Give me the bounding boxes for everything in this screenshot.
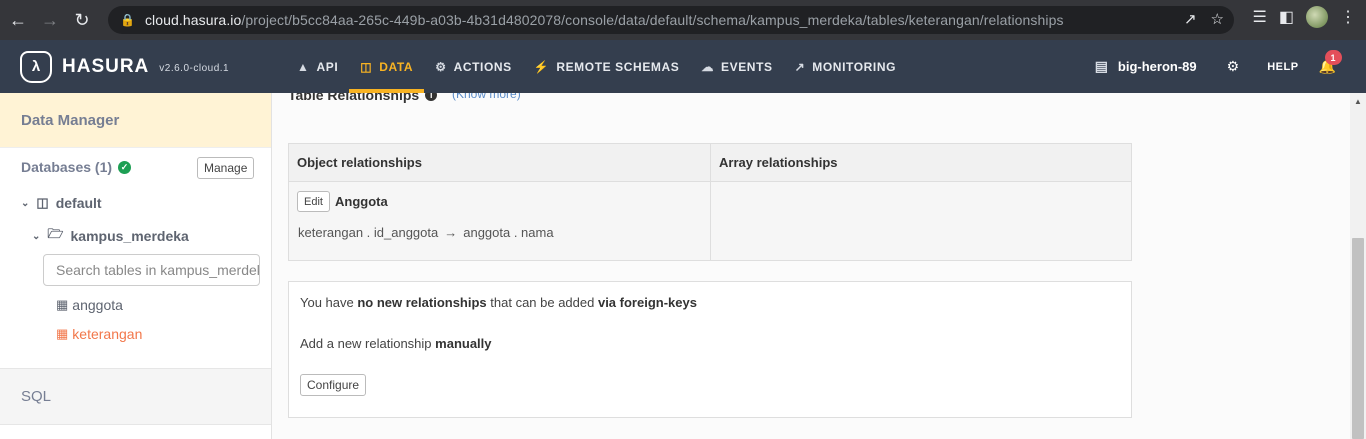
- star-icon[interactable]: ☆: [1211, 10, 1224, 28]
- tree-schema[interactable]: ⌄ 🗁 kampus_merdeka: [32, 225, 189, 247]
- forward-icon[interactable]: →: [36, 6, 64, 34]
- nav-api[interactable]: ▲ API: [286, 40, 349, 93]
- table-item-keterangan[interactable]: ▦ keterangan: [56, 326, 142, 342]
- tree-db-default[interactable]: ⌄ ◫ default: [21, 195, 102, 211]
- arrow-right-icon: →: [444, 225, 458, 240]
- data-sidebar: Data Manager Databases (1) ✓ Manage ⌄ ◫ …: [0, 93, 272, 439]
- scroll-up-arrow-icon[interactable]: ▲: [1354, 97, 1362, 106]
- manage-button[interactable]: Manage: [197, 157, 255, 179]
- nav-remote-schemas[interactable]: ⚡ REMOTE SCHEMAS: [523, 40, 691, 93]
- database-icon: ◫: [36, 195, 49, 210]
- relationships-title: Table Relationships i: [288, 93, 438, 103]
- databases-heading: Databases (1) ✓: [21, 159, 132, 175]
- array-relationships-header: Array relationships: [711, 144, 1131, 182]
- foreign-key-message: You have no new relationships that can b…: [300, 295, 697, 310]
- top-nav: ▲ API ◫ DATA ⚙ ACTIONS ⚡ REMOTE SCHEMAS ☁ EVE…: [286, 40, 907, 93]
- manual-relationship-message: Add a new relationship manually: [300, 336, 492, 351]
- relationships-table: Object relationships Array relationships…: [288, 143, 1132, 261]
- object-relationships-header: Object relationships: [289, 144, 710, 182]
- hasura-header: λ HASURA v2.6.0-cloud.1 ▲ API ◫ DATA ⚙ ACTI…: [0, 40, 1366, 93]
- version-label: v2.6.0-cloud.1: [159, 63, 230, 74]
- logo-text: HASURA: [62, 55, 150, 77]
- plug-icon: ⚡: [533, 59, 550, 74]
- search-tables-input[interactable]: Search tables in kampus_merdeka: [43, 254, 260, 286]
- table-item-anggota[interactable]: ▦ anggota: [56, 297, 123, 313]
- know-more-link[interactable]: (Know more): [452, 93, 521, 101]
- nav-events[interactable]: ☁ EVENTS: [690, 40, 783, 93]
- nav-actions[interactable]: ⚙ ACTIONS: [424, 40, 523, 93]
- menu-icon[interactable]: ⋮: [1340, 7, 1356, 27]
- settings-gear-icon[interactable]: ⚙: [1227, 58, 1240, 75]
- chevron-down-icon: ⌄: [32, 230, 41, 242]
- info-icon[interactable]: i: [425, 93, 438, 101]
- folder-open-icon: 🗁: [47, 226, 64, 241]
- lock-icon: 🔒: [120, 13, 135, 27]
- chevron-down-icon: ⌄: [21, 197, 30, 209]
- notifications-bell-icon[interactable]: 🔔 1: [1319, 50, 1342, 75]
- project-selector[interactable]: ▤ big-heron-89: [1095, 58, 1197, 75]
- nav-monitoring[interactable]: ↗ MONITORING: [784, 40, 907, 93]
- page-scrollbar[interactable]: ▲: [1350, 93, 1366, 439]
- scroll-thumb[interactable]: [1352, 238, 1364, 439]
- cloud-icon: ☁: [701, 59, 714, 74]
- hasura-logo-icon: λ: [20, 50, 52, 83]
- sidebar-title[interactable]: Data Manager: [0, 93, 271, 148]
- back-icon[interactable]: ←: [4, 6, 32, 34]
- profile-avatar[interactable]: [1306, 6, 1328, 28]
- chart-line-icon: ↗: [794, 59, 806, 74]
- url-text: cloud.hasura.io/project/b5cc84aa-265c-44…: [144, 12, 1064, 28]
- cogs-icon: ⚙: [435, 59, 447, 74]
- relationship-name: Anggota: [335, 194, 388, 209]
- nav-data[interactable]: ◫ DATA: [349, 40, 425, 93]
- check-circle-icon: ✓: [118, 160, 132, 174]
- sidepanel-icon[interactable]: ◧: [1279, 7, 1294, 27]
- relationship-mapping: keterangan . id_anggota → anggota . nama: [298, 225, 554, 240]
- main-content: Table Relationships i (Know more) Object…: [272, 93, 1350, 439]
- table-icon: ▦: [56, 297, 69, 312]
- browser-toolbar: ← → ↻ 🔒 cloud.hasura.io/project/b5cc84aa…: [0, 0, 1366, 40]
- reload-icon[interactable]: ↻: [68, 6, 96, 34]
- share-icon[interactable]: ↗: [1184, 10, 1197, 28]
- address-bar[interactable]: 🔒 cloud.hasura.io/project/b5cc84aa-265c-…: [108, 6, 1234, 34]
- edit-relationship-button[interactable]: Edit: [297, 191, 330, 212]
- column-divider: [710, 144, 711, 260]
- add-relationship-box: You have no new relationships that can b…: [288, 281, 1132, 418]
- server-icon: ▤: [1094, 58, 1108, 74]
- notification-badge: 1: [1324, 50, 1342, 65]
- sql-section[interactable]: SQL: [0, 368, 271, 425]
- flask-icon: ▲: [297, 59, 310, 74]
- configure-button[interactable]: Configure: [300, 374, 367, 396]
- table-icon: ▦: [56, 326, 69, 341]
- hasura-logo[interactable]: λ HASURA v2.6.0-cloud.1: [0, 40, 272, 93]
- database-icon: ◫: [360, 59, 373, 74]
- media-icon[interactable]: ☰: [1253, 7, 1267, 27]
- help-button[interactable]: HELP: [1267, 61, 1298, 73]
